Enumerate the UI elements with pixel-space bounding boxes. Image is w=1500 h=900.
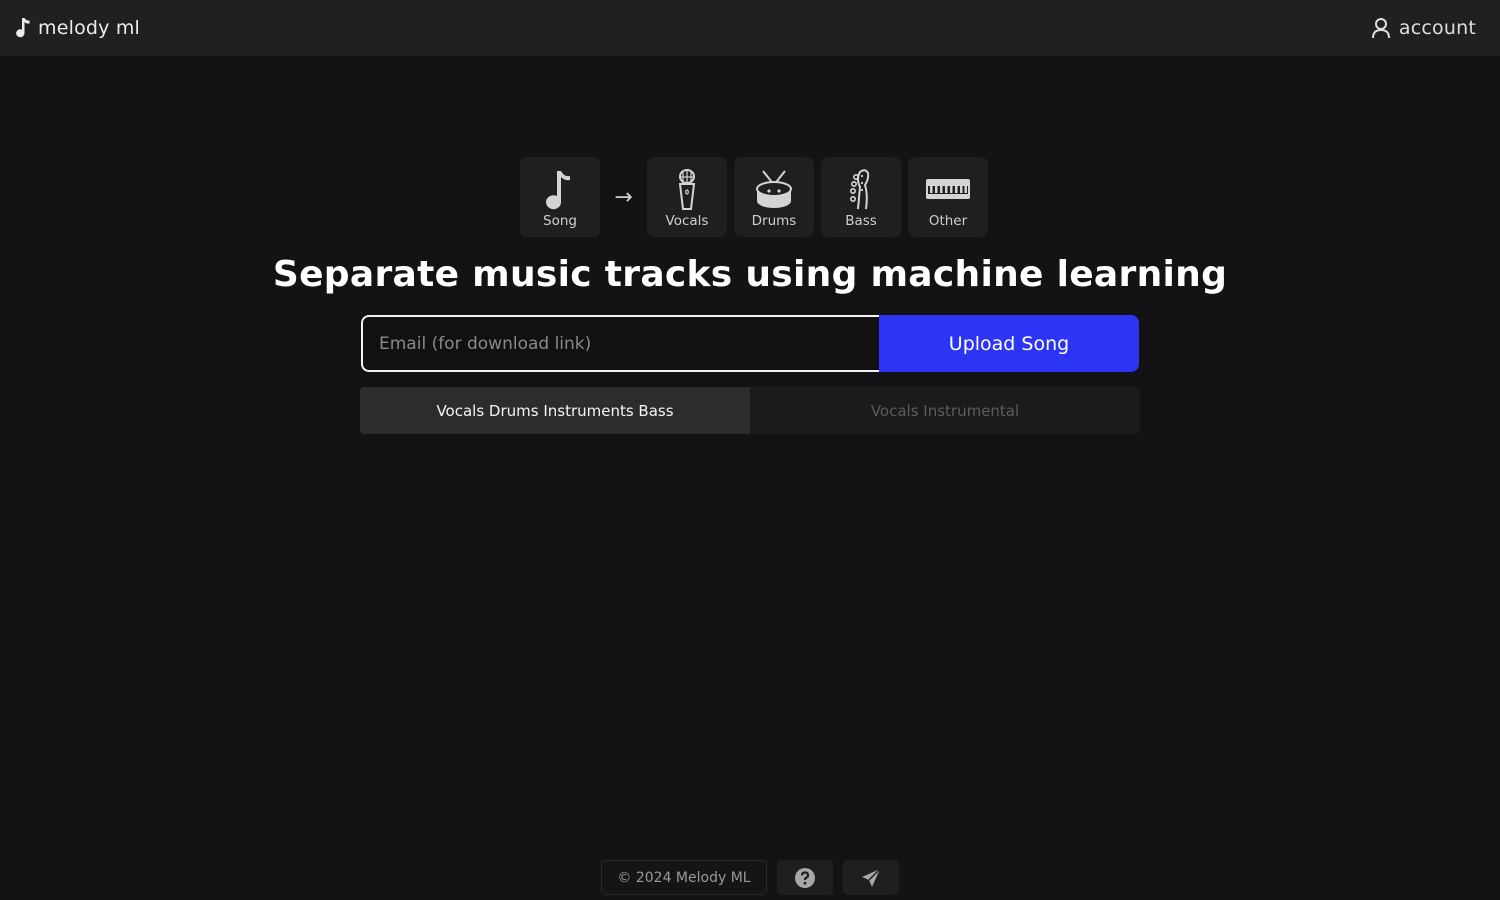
- stem-label: Drums: [751, 213, 797, 229]
- microphone-icon: [678, 169, 696, 210]
- stem-diagram: Song → Vocals Drums Bass Other: [520, 157, 988, 237]
- footer: © 2024 Melody ML: [601, 860, 899, 895]
- upload-song-button[interactable]: Upload Song: [879, 315, 1139, 372]
- account-link[interactable]: account: [1371, 17, 1476, 39]
- page-title: Separate music tracks using machine lear…: [272, 254, 1228, 295]
- separation-mode-toggle: Vocals Drums Instruments Bass Vocals Ins…: [360, 387, 1140, 434]
- option-two-stems[interactable]: Vocals Instrumental: [750, 387, 1140, 434]
- arrow-icon: →: [614, 184, 633, 210]
- email-input[interactable]: [361, 315, 879, 372]
- stem-bass: Bass: [821, 157, 901, 237]
- account-label: account: [1398, 17, 1476, 39]
- copyright: © 2024 Melody ML: [601, 860, 767, 895]
- stem-label: Vocals: [665, 213, 709, 229]
- upload-form: Upload Song: [361, 315, 1139, 372]
- user-icon: [1371, 18, 1390, 39]
- keyboard-icon: [926, 179, 970, 199]
- contact-button[interactable]: [843, 860, 899, 895]
- question-circle-icon: [795, 867, 815, 888]
- top-navbar: melody ml account: [0, 0, 1500, 56]
- option-four-stems[interactable]: Vocals Drums Instruments Bass: [360, 387, 750, 434]
- drum-icon: [756, 170, 792, 208]
- brand-name: melody ml: [38, 17, 141, 39]
- bass-guitar-icon: [850, 169, 870, 210]
- brand-link[interactable]: melody ml: [14, 16, 140, 40]
- paper-plane-icon: [862, 868, 881, 887]
- stem-song: Song: [520, 157, 600, 237]
- music-note-icon: [546, 171, 570, 210]
- help-button[interactable]: [777, 860, 833, 895]
- stem-vocals: Vocals: [647, 157, 727, 237]
- stem-other: Other: [908, 157, 988, 237]
- stem-label: Song: [543, 213, 577, 229]
- stem-label: Bass: [845, 213, 877, 229]
- stem-label: Other: [928, 213, 968, 229]
- music-note-icon: [16, 18, 30, 38]
- stem-drums: Drums: [734, 157, 814, 237]
